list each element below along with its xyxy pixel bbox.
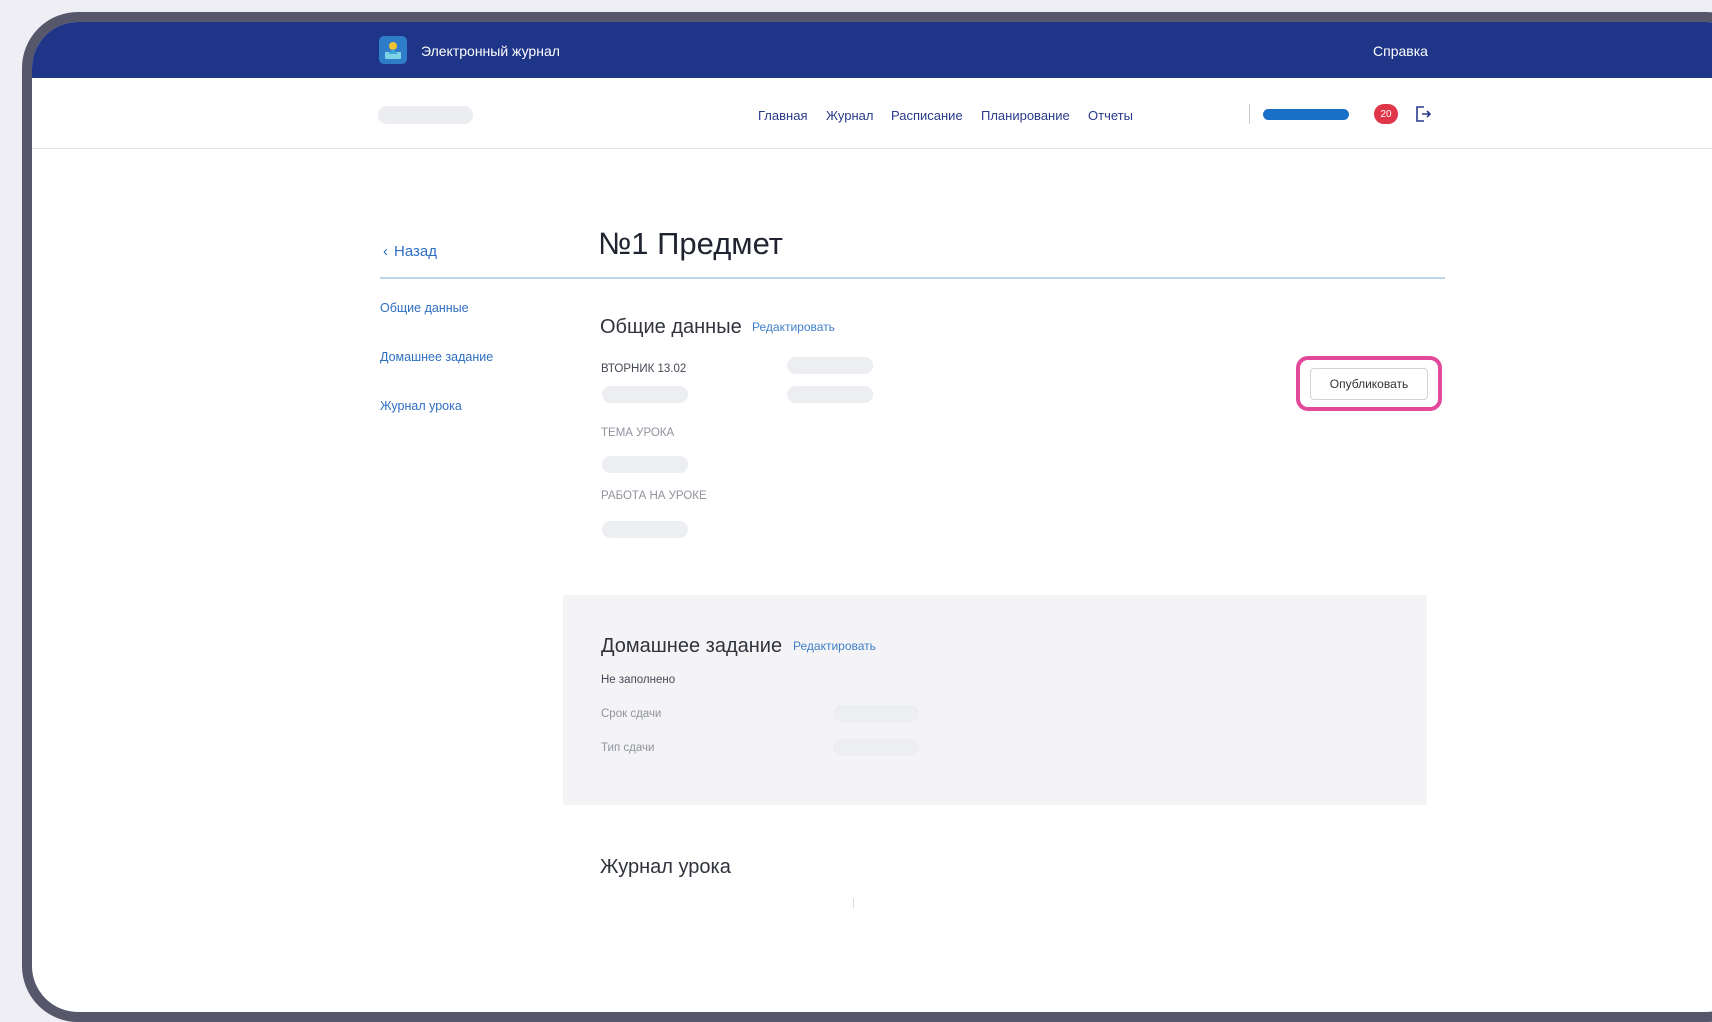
back-link[interactable]: ‹ Назад [383, 243, 437, 260]
lesson-topic-placeholder [602, 456, 688, 473]
app-title: Электронный журнал [421, 43, 560, 59]
homework-section-title: Домашнее задание [601, 635, 783, 657]
sidebar-item-lesson-log[interactable]: Журнал урока [380, 399, 462, 413]
column-divider [853, 898, 854, 908]
sidebar-item-homework[interactable]: Домашнее задание [380, 350, 493, 364]
homework-section: Домашнее задание Редактировать Не заполн… [563, 595, 1427, 805]
notification-badge[interactable]: 20 [1374, 104, 1398, 124]
field-value-placeholder [787, 357, 873, 374]
lesson-date-label: ВТОРНИК 13.02 [601, 363, 687, 375]
lesson-work-label: РАБОТА НА УРОКЕ [601, 490, 707, 502]
help-link[interactable]: Справка [1373, 43, 1428, 59]
back-label: Назад [394, 243, 437, 260]
lesson-topic-label: ТЕМА УРОКА [601, 427, 675, 439]
field-value-placeholder [787, 386, 873, 403]
homework-status: Не заполнено [601, 674, 676, 686]
nav-reports[interactable]: Отчеты [1088, 108, 1133, 123]
lesson-log-title: Журнал урока [600, 856, 731, 878]
page-title: №1 Предмет [598, 226, 784, 261]
general-section-title: Общие данные [600, 316, 742, 338]
top-bar: Электронный журнал Справка [32, 22, 1712, 78]
user-name-placeholder[interactable] [1263, 109, 1349, 120]
sidebar-item-general[interactable]: Общие данные [380, 301, 469, 315]
chevron-left-icon: ‹ [383, 243, 388, 260]
submission-type-label: Тип сдачи [601, 742, 655, 754]
nav-journal[interactable]: Журнал [826, 108, 873, 123]
publish-button[interactable]: Опубликовать [1310, 368, 1428, 400]
homework-edit-link[interactable]: Редактировать [793, 639, 876, 653]
general-edit-link[interactable]: Редактировать [752, 320, 835, 334]
lesson-work-placeholder [602, 521, 688, 538]
school-name-placeholder [378, 106, 473, 124]
deadline-label: Срок сдачи [601, 708, 662, 720]
deadline-placeholder [833, 705, 919, 722]
main-nav: Главная Журнал Расписание Планирование О… [32, 78, 1712, 149]
device-frame: Электронный журнал Справка Главная Журна… [22, 12, 1712, 1022]
publish-highlight: Опубликовать [1296, 356, 1442, 411]
school-logo-icon[interactable] [379, 36, 407, 64]
logout-icon[interactable] [1414, 105, 1432, 123]
nav-schedule[interactable]: Расписание [891, 108, 963, 123]
field-value-placeholder [602, 386, 688, 403]
nav-planning[interactable]: Планирование [981, 108, 1070, 123]
nav-home[interactable]: Главная [758, 108, 807, 123]
nav-divider [1249, 104, 1250, 124]
title-divider [380, 277, 1445, 279]
submission-type-placeholder [833, 739, 919, 756]
